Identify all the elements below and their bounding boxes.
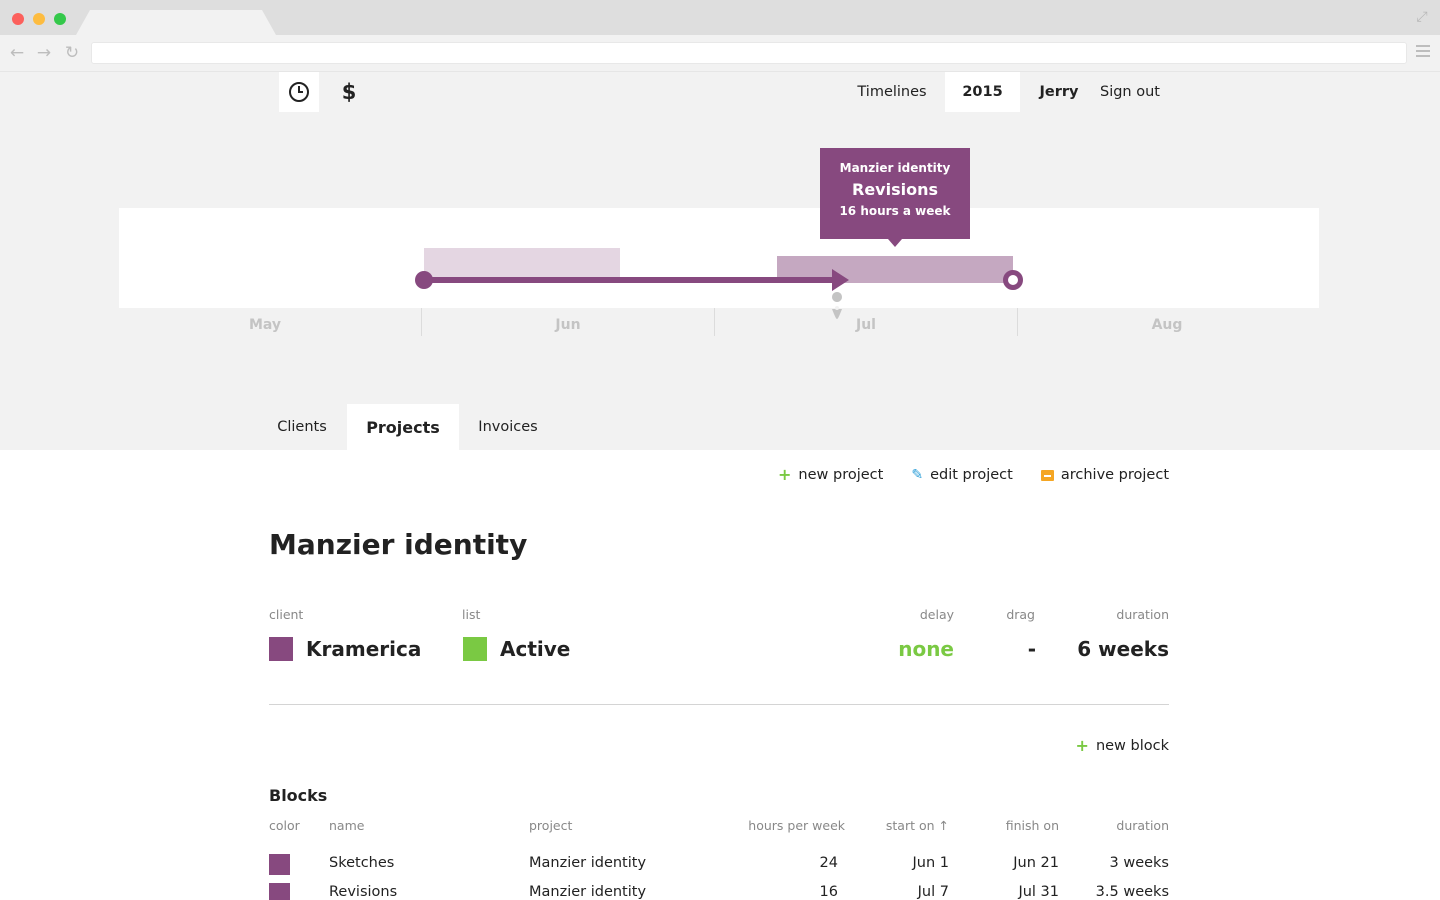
col-hours[interactable]: hours per week [748,818,845,833]
browser-toolbar: ← → ↻ [0,35,1440,72]
block-project: Manzier identity [529,884,647,900]
new-block-label: new block [1095,738,1169,754]
col-name[interactable]: name [329,818,364,833]
forward-icon[interactable]: → [35,43,53,63]
tab-projects[interactable]: Projects [347,404,459,450]
tooltip-block: Revisions [852,180,938,199]
new-project-button[interactable]: + new project [778,465,884,484]
browser-titlebar: ⤢ [0,0,1440,35]
col-project[interactable]: project [529,818,572,833]
archive-icon [1040,469,1054,481]
browser-tab[interactable] [76,10,276,35]
fullscreen-icon[interactable]: ⤢ [1414,9,1430,25]
month-divider [714,308,715,336]
drag-label: drag [1006,607,1035,622]
col-color[interactable]: color [269,818,300,833]
timeline-end-handle[interactable] [1003,270,1023,290]
plus-icon: + [778,465,792,484]
browser-menu-icon[interactable] [1416,45,1430,59]
archive-project-label: archive project [1060,467,1169,483]
block-finish: Jul 31 [1018,884,1059,900]
blocks-heading: Blocks [269,786,328,805]
month-label-jul: Jul [856,317,876,333]
month-divider [1017,308,1018,336]
reload-icon[interactable]: ↻ [63,43,81,63]
tab-clients[interactable]: Clients [262,404,342,450]
today-marker-pin [832,309,842,319]
project-detail: + new project ✎ edit project archive pro… [269,450,1169,900]
new-project-label: new project [798,467,884,483]
block-tooltip: Manzier identity Revisions 16 hours a we… [820,148,970,247]
col-duration[interactable]: duration [1116,818,1169,833]
timeline-chart [415,248,1023,319]
archive-project-button[interactable]: archive project [1040,467,1169,483]
list-label: list [462,607,481,622]
tooltip-hours: 16 hours a week [839,204,951,218]
address-bar[interactable] [91,42,1407,64]
list-value[interactable]: Active [463,637,570,661]
client-label: client [269,607,304,622]
delay-value: none [898,637,954,661]
back-icon[interactable]: ← [8,43,26,63]
block-project: Manzier identity [529,855,647,871]
month-divider [421,308,422,336]
block-name: Sketches [329,855,395,871]
page-title: Manzier identity [269,528,528,561]
block-hours: 16 [819,884,838,900]
delay-label: delay [919,607,954,622]
today-marker-icon [832,292,843,302]
block-duration: 3.5 weeks [1095,884,1169,900]
new-block-button[interactable]: + new block [1075,736,1169,755]
tab-invoices[interactable]: Invoices [466,404,550,450]
app-header-area: $ Timelines 2015 Jerry Sign out May Jun … [0,72,1440,450]
col-finish[interactable]: finish on [1006,818,1059,833]
list-name: Active [500,637,571,661]
month-label-aug: Aug [1151,317,1183,333]
tooltip-project: Manzier identity [839,161,951,175]
maximize-window-button[interactable] [54,13,66,25]
edit-project-label: edit project [930,467,1013,483]
client-color-swatch [269,637,293,661]
client-value[interactable]: Kramerica [269,637,421,661]
close-window-button[interactable] [12,13,24,25]
timeline-start-handle[interactable] [415,271,433,289]
block-color-swatch [269,883,290,900]
block-start: Jul 7 [917,884,949,900]
block-finish: Jun 21 [1013,855,1059,871]
month-label-jun: Jun [555,317,581,333]
block-duration: 3 weeks [1109,855,1170,871]
today-marker-dot [835,306,839,310]
pencil-icon: ✎ [911,467,924,483]
minimize-window-button[interactable] [33,13,45,25]
list-color-swatch [463,637,487,661]
duration-value: 6 weeks [1077,637,1169,661]
duration-label: duration [1116,607,1169,622]
block-start: Jun 1 [912,855,950,871]
edit-project-button[interactable]: ✎ edit project [911,467,1013,483]
col-start[interactable]: start on ↑ [886,818,949,833]
month-label-may: May [248,317,282,333]
client-name: Kramerica [306,637,422,661]
block-hours: 24 [819,855,838,871]
section-divider [269,704,1169,705]
block-color-swatch [269,854,290,875]
block-sketches-bar[interactable] [424,248,620,278]
drag-value: - [1027,637,1036,661]
block-name: Revisions [329,884,398,900]
plus-icon: + [1075,736,1089,755]
project-actions: + new project ✎ edit project archive pro… [778,465,1169,484]
